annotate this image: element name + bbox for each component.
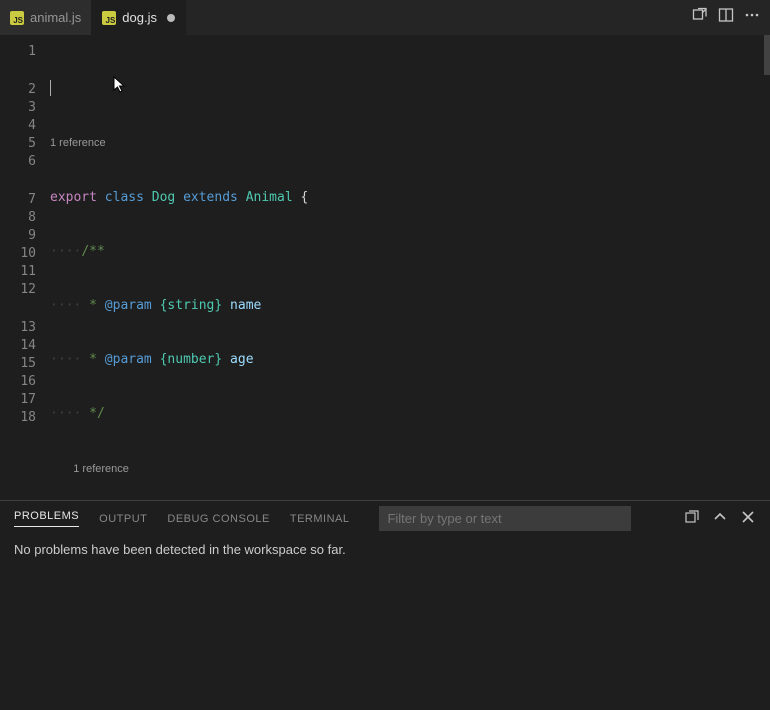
- js-file-icon: JS: [10, 11, 24, 25]
- problems-filter: [379, 506, 631, 531]
- tab-animal-js[interactable]: JS animal.js: [0, 0, 92, 35]
- panel-tab-output[interactable]: OUTPUT: [99, 513, 147, 525]
- panel-tab-terminal[interactable]: TERMINAL: [290, 513, 350, 525]
- dirty-indicator-icon: [167, 14, 175, 22]
- tab-dog-js[interactable]: JS dog.js: [92, 0, 186, 35]
- close-panel-icon[interactable]: [740, 509, 756, 528]
- bottom-panel: PROBLEMS OUTPUT DEBUG CONSOLE TERMINAL: [0, 500, 770, 710]
- js-file-icon: JS: [102, 11, 116, 25]
- collapse-all-icon[interactable]: [684, 509, 700, 528]
- codelens-constructor[interactable]: 1 reference: [50, 459, 770, 479]
- text-cursor: [50, 80, 51, 96]
- code-line: export class Dog extends Animal {: [50, 189, 770, 207]
- code-line: ···· * @param {string} name: [50, 297, 770, 315]
- panel-tab-problems[interactable]: PROBLEMS: [14, 510, 79, 527]
- line-number-gutter: 1 2 3 4 5 6 7 8 9 10 11 12 13 14 15 16 1…: [0, 35, 50, 500]
- panel-tab-debug-console[interactable]: DEBUG CONSOLE: [167, 513, 269, 525]
- more-actions-icon[interactable]: [744, 7, 760, 28]
- split-editor-icon[interactable]: [718, 7, 734, 28]
- code-area[interactable]: 1 reference export class Dog extends Ani…: [50, 35, 770, 500]
- problems-filter-input[interactable]: [379, 506, 631, 531]
- code-editor[interactable]: 1 2 3 4 5 6 7 8 9 10 11 12 13 14 15 16 1…: [0, 35, 770, 500]
- code-line: ····/**: [50, 243, 770, 261]
- code-line: ···· */: [50, 405, 770, 423]
- panel-tabbar: PROBLEMS OUTPUT DEBUG CONSOLE TERMINAL: [0, 501, 770, 536]
- maximize-panel-icon[interactable]: [712, 509, 728, 528]
- codelens-class[interactable]: 1 reference: [50, 133, 770, 153]
- compare-changes-icon[interactable]: [692, 7, 708, 28]
- tab-label: animal.js: [30, 10, 81, 25]
- tab-label: dog.js: [122, 10, 157, 25]
- code-line: ···· * @param {number} age: [50, 351, 770, 369]
- problems-message: No problems have been detected in the wo…: [0, 536, 770, 563]
- editor-tabbar: JS animal.js JS dog.js: [0, 0, 770, 35]
- mouse-cursor-icon: [113, 76, 127, 94]
- editor-actions: [682, 0, 770, 35]
